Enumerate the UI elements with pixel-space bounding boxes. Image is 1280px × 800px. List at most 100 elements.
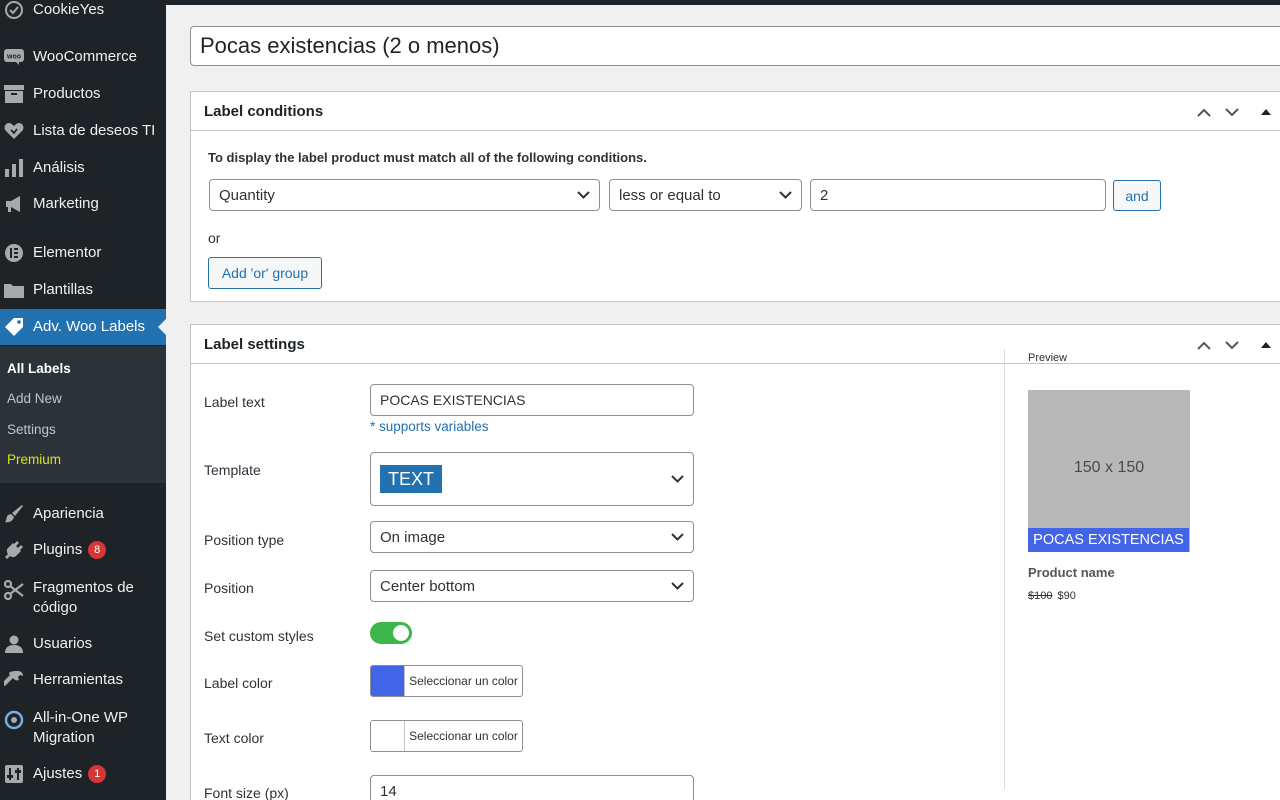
condition-value: 2 — [820, 186, 829, 204]
sidebar-item-label: Análisis — [33, 159, 85, 176]
products-archive-icon — [4, 84, 24, 104]
label-text-value: POCAS EXISTENCIAS — [380, 392, 526, 408]
sidebar-item-productos[interactable]: Productos — [0, 76, 166, 112]
font-size-input[interactable]: 14 — [370, 775, 694, 800]
submenu-premium[interactable]: Premium — [7, 452, 61, 467]
submenu-settings[interactable]: Settings — [7, 422, 56, 437]
submenu-add-new[interactable]: Add New — [7, 391, 62, 406]
sidebar-item-plugins[interactable]: Plugins 8 — [0, 532, 166, 568]
sidebar-item-plantillas[interactable]: Plantillas — [0, 272, 166, 308]
move-up-icon[interactable] — [1193, 101, 1215, 123]
svg-text:woo: woo — [6, 54, 21, 61]
condition-value-input[interactable]: 2 — [810, 179, 1106, 211]
sidebar-item-cookieyes[interactable]: CookieYes — [0, 0, 166, 28]
scissors-icon — [4, 580, 24, 600]
collapse-toggle-icon[interactable] — [1255, 334, 1277, 356]
sidebar-item-adv-woo-labels[interactable]: Adv. Woo Labels — [0, 309, 166, 345]
preview-product-name: Product name — [1028, 565, 1115, 580]
move-down-icon[interactable] — [1221, 334, 1243, 356]
plug-icon — [4, 540, 24, 560]
user-icon — [4, 634, 24, 654]
preview-price: $100 $90 — [1028, 590, 1076, 602]
admin-bar-edge — [166, 0, 1280, 5]
postbox-title: Label settings — [204, 336, 305, 353]
folder-icon — [4, 280, 24, 300]
move-down-icon[interactable] — [1221, 101, 1243, 123]
color-picker-button-text: Seleccionar un color — [409, 674, 518, 688]
sidebar-item-label: CookieYes — [33, 1, 105, 18]
sidebar-item-label: Plugins 8 — [33, 540, 107, 560]
position-type-select[interactable]: On image — [370, 521, 694, 553]
label-settings-box: Label settings Label text POCAS EXISTENC… — [190, 324, 1280, 800]
post-title-input[interactable]: Pocas existencias (2 o menos) — [190, 26, 1280, 66]
chevron-down-icon — [671, 582, 684, 590]
settings-icon — [4, 764, 24, 784]
color-picker-button-text: Seleccionar un color — [409, 729, 518, 743]
sidebar-item-label: Lista de deseos TI — [33, 122, 156, 139]
condition-operator-value: less or equal to — [619, 186, 721, 204]
template-label: Template — [204, 462, 261, 478]
sidebar-item-lista-deseos[interactable]: Lista de deseos TI — [0, 113, 166, 149]
condition-field-select[interactable]: Quantity — [209, 179, 600, 211]
sidebar-item-elementor[interactable]: Elementor — [0, 235, 166, 271]
sidebar-item-apariencia[interactable]: Apariencia — [0, 496, 166, 532]
add-and-button[interactable]: and — [1113, 180, 1161, 211]
collapse-toggle-icon[interactable] — [1255, 101, 1277, 123]
chevron-down-icon — [671, 533, 684, 541]
position-select[interactable]: Center bottom — [370, 570, 694, 602]
sidebar-item-label: Ajustes 1 — [33, 764, 107, 784]
conditions-intro: To display the label product must match … — [208, 150, 647, 165]
sidebar-item-herramientas[interactable]: Herramientas — [0, 662, 166, 698]
sidebar-item-marketing[interactable]: Marketing — [0, 186, 166, 222]
toggle-knob — [393, 625, 409, 641]
text-color-picker[interactable]: Seleccionar un color — [370, 720, 523, 752]
sidebar-item-fragmentos[interactable]: Fragmentos de código — [0, 576, 166, 620]
chevron-down-icon — [577, 191, 590, 199]
sidebar-item-label: WooCommerce — [33, 48, 137, 65]
update-count-badge: 8 — [88, 541, 107, 559]
admin-sidebar: CookieYes woo WooCommerce Productos List… — [0, 0, 166, 800]
label-color-picker[interactable]: Seleccionar un color — [370, 665, 523, 697]
preview-title: Preview — [1028, 352, 1068, 364]
preview-label-badge: POCAS EXISTENCIAS — [1028, 528, 1189, 552]
sidebar-item-usuarios[interactable]: Usuarios — [0, 626, 166, 662]
migration-icon — [4, 710, 24, 730]
postbox-header: Label conditions — [191, 92, 1280, 131]
sidebar-item-label: Productos — [33, 85, 101, 102]
preview-divider — [1004, 349, 1005, 789]
postbox-header: Label settings — [191, 325, 1280, 364]
wrench-icon — [4, 670, 24, 690]
sidebar-item-all-in-one-migration[interactable]: All-in-One WP Migration — [0, 706, 166, 750]
active-indicator — [158, 319, 166, 335]
font-size-value: 14 — [380, 782, 397, 800]
label-text-input[interactable]: POCAS EXISTENCIAS — [370, 384, 694, 416]
sidebar-item-label: Fragmentos de código — [33, 579, 134, 616]
add-or-group-button[interactable]: Add 'or' group — [208, 257, 322, 289]
sidebar-item-ajustes[interactable]: Ajustes 1 — [0, 756, 166, 792]
custom-styles-toggle[interactable] — [370, 622, 412, 644]
move-up-icon[interactable] — [1193, 334, 1215, 356]
text-color-label: Text color — [204, 730, 264, 746]
position-type-label: Position type — [204, 532, 285, 548]
condition-operator-select[interactable]: less or equal to — [609, 179, 802, 211]
update-count-badge: 1 — [88, 765, 107, 783]
label-color-label: Label color — [204, 675, 273, 691]
sidebar-item-label: Marketing — [33, 195, 99, 212]
submenu-all-labels[interactable]: All Labels — [7, 361, 71, 376]
tag-icon — [4, 317, 24, 337]
text-color-swatch — [371, 721, 405, 751]
sidebar-item-label: Usuarios — [33, 635, 93, 652]
cookieyes-icon — [4, 0, 24, 20]
sidebar-item-analisis[interactable]: Análisis — [0, 150, 166, 186]
font-size-label: Font size (px) — [204, 785, 289, 800]
postbox-title: Label conditions — [204, 103, 324, 120]
condition-field-value: Quantity — [219, 186, 275, 204]
template-select[interactable]: TEXT — [370, 452, 694, 506]
supports-variables-link[interactable]: * supports variables — [370, 419, 489, 434]
heart-icon — [4, 121, 24, 141]
position-type-value: On image — [380, 528, 446, 546]
sidebar-item-label: Apariencia — [33, 505, 104, 522]
position-value: Center bottom — [380, 577, 476, 595]
sidebar-item-woocommerce[interactable]: woo WooCommerce — [0, 39, 166, 75]
sidebar-item-label: Plantillas — [33, 281, 94, 298]
